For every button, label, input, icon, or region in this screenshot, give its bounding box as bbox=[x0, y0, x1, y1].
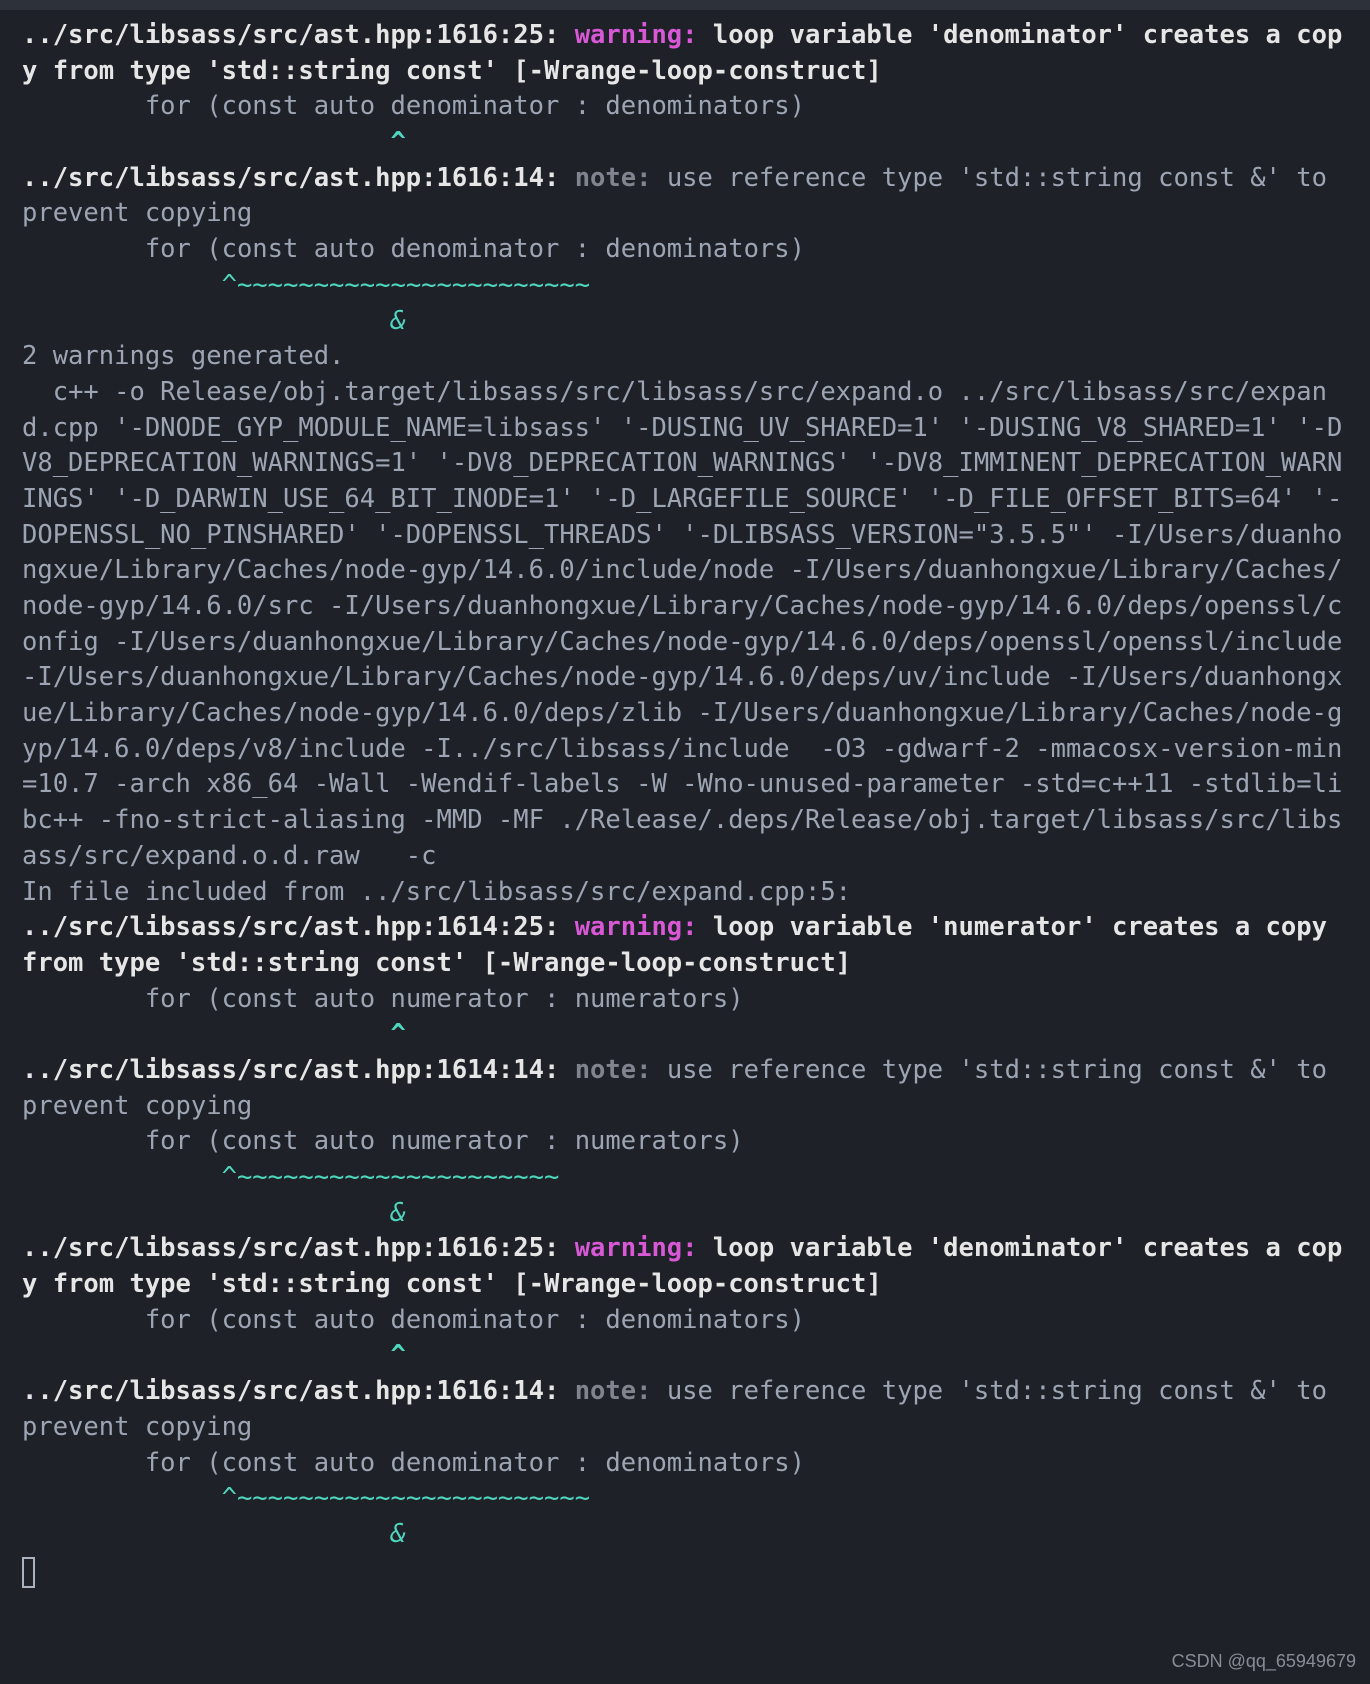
terminal-output[interactable]: ../src/libsass/src/ast.hpp:1616:25: warn… bbox=[0, 0, 1370, 1684]
terminal-segment: for (const auto denominator : denominato… bbox=[22, 1448, 805, 1478]
terminal-line: ../src/libsass/src/ast.hpp:1616:25: warn… bbox=[22, 18, 1350, 89]
terminal-segment: ../src/libsass/src/ast.hpp:1616:25: bbox=[22, 20, 575, 50]
terminal-segment: ^ bbox=[22, 1340, 406, 1370]
terminal-segment: ^ bbox=[22, 1019, 406, 1049]
terminal-line: for (const auto denominator : denominato… bbox=[22, 89, 1350, 125]
terminal-segment: 2 warnings generated. bbox=[22, 341, 344, 371]
terminal-segment: ../src/libsass/src/ast.hpp:1616:14: bbox=[22, 1376, 575, 1406]
terminal-cursor bbox=[22, 1557, 35, 1588]
terminal-segment: ../src/libsass/src/ast.hpp:1616:25: bbox=[22, 1233, 575, 1263]
terminal-line: ../src/libsass/src/ast.hpp:1616:14: note… bbox=[22, 161, 1350, 232]
terminal-line: & bbox=[22, 1517, 1350, 1553]
terminal-line: for (const auto numerator : numerators) bbox=[22, 982, 1350, 1018]
terminal-segment: for (const auto denominator : denominato… bbox=[22, 1305, 805, 1335]
terminal-segment: warning: bbox=[575, 912, 713, 942]
terminal-line: ^ bbox=[22, 1017, 1350, 1053]
terminal-line: & bbox=[22, 304, 1350, 340]
terminal-segment: ^~~~~~~~~~~~~~~~~~~~~~~~ bbox=[22, 1483, 590, 1513]
terminal-segment: & bbox=[22, 306, 406, 336]
terminal-segment: for (const auto denominator : denominato… bbox=[22, 91, 805, 121]
terminal-line: ^~~~~~~~~~~~~~~~~~~~~~ bbox=[22, 1160, 1350, 1196]
terminal-segment: ../src/libsass/src/ast.hpp:1614:14: bbox=[22, 1055, 575, 1085]
terminal-line: 2 warnings generated. bbox=[22, 339, 1350, 375]
terminal-segment: & bbox=[22, 1519, 406, 1549]
terminal-line: c++ -o Release/obj.target/libsass/src/li… bbox=[22, 375, 1350, 875]
terminal-segment: ../src/libsass/src/ast.hpp:1616:14: bbox=[22, 163, 575, 193]
terminal-segment: ^ bbox=[22, 127, 406, 157]
terminal-segment: for (const auto numerator : numerators) bbox=[22, 984, 744, 1014]
terminal-segment: warning: bbox=[575, 1233, 713, 1263]
terminal-segment: for (const auto denominator : denominato… bbox=[22, 234, 805, 264]
terminal-line: ../src/libsass/src/ast.hpp:1614:25: warn… bbox=[22, 910, 1350, 981]
terminal-segment: for (const auto numerator : numerators) bbox=[22, 1126, 744, 1156]
terminal-line: for (const auto denominator : denominato… bbox=[22, 1446, 1350, 1482]
terminal-segment: note: bbox=[575, 163, 667, 193]
terminal-line: ^ bbox=[22, 1338, 1350, 1374]
terminal-segment: & bbox=[22, 1198, 406, 1228]
terminal-segment: note: bbox=[575, 1055, 667, 1085]
terminal-segment: ../src/libsass/src/ast.hpp:1614:25: bbox=[22, 912, 575, 942]
watermark-text: CSDN @qq_65949679 bbox=[1172, 1649, 1356, 1674]
terminal-segment: ^~~~~~~~~~~~~~~~~~~~~~~~ bbox=[22, 270, 590, 300]
terminal-line: ../src/libsass/src/ast.hpp:1616:25: warn… bbox=[22, 1231, 1350, 1302]
terminal-line: ^~~~~~~~~~~~~~~~~~~~~~~~ bbox=[22, 268, 1350, 304]
terminal-segment: note: bbox=[575, 1376, 667, 1406]
terminal-line: ^ bbox=[22, 125, 1350, 161]
terminal-segment: warning: bbox=[575, 20, 713, 50]
terminal-segment: c++ -o Release/obj.target/libsass/src/li… bbox=[22, 377, 1358, 871]
terminal-line: for (const auto denominator : denominato… bbox=[22, 1303, 1350, 1339]
terminal-line: In file included from ../src/libsass/src… bbox=[22, 875, 1350, 911]
terminal-line: ^~~~~~~~~~~~~~~~~~~~~~~~ bbox=[22, 1481, 1350, 1517]
terminal-line: for (const auto numerator : numerators) bbox=[22, 1124, 1350, 1160]
terminal-segment: In file included from ../src/libsass/src… bbox=[22, 877, 851, 907]
terminal-line: for (const auto denominator : denominato… bbox=[22, 232, 1350, 268]
terminal-segment: ^~~~~~~~~~~~~~~~~~~~~~ bbox=[22, 1162, 559, 1192]
terminal-line: ../src/libsass/src/ast.hpp:1616:14: note… bbox=[22, 1374, 1350, 1445]
terminal-line: & bbox=[22, 1196, 1350, 1232]
terminal-line: ../src/libsass/src/ast.hpp:1614:14: note… bbox=[22, 1053, 1350, 1124]
